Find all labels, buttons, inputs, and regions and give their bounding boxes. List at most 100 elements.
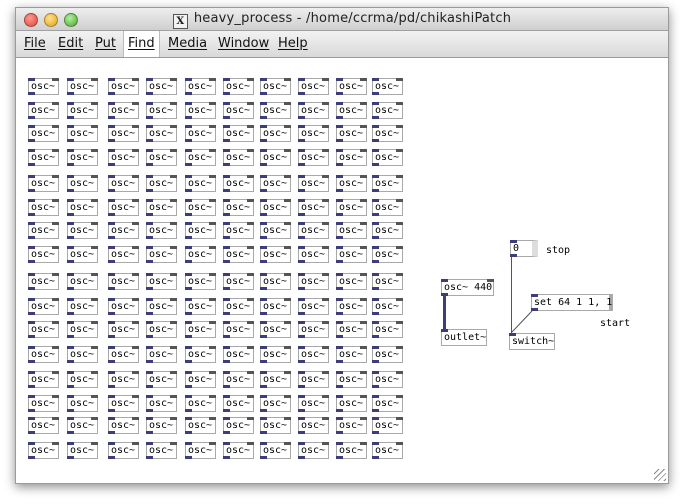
osc-object[interactable]: osc~	[67, 395, 98, 412]
osc-object[interactable]: osc~	[28, 273, 59, 290]
osc-object[interactable]: osc~	[146, 222, 177, 239]
osc-object-outlet[interactable]	[298, 287, 305, 290]
osc-object[interactable]: osc~	[298, 442, 329, 459]
osc-object-outlet[interactable]	[28, 287, 35, 290]
osc-object[interactable]: osc~	[185, 298, 216, 315]
osc-object[interactable]: osc~	[185, 417, 216, 434]
osc-object[interactable]: osc~	[67, 199, 98, 216]
osc-object-outlet[interactable]	[372, 236, 379, 239]
osc-object[interactable]: osc~	[298, 149, 329, 166]
menu-window[interactable]: Window	[214, 31, 273, 57]
osc-object-outlet[interactable]	[336, 163, 343, 166]
osc-object-outlet[interactable]	[67, 431, 74, 434]
osc-object[interactable]: osc~	[372, 125, 403, 142]
osc-object-outlet[interactable]	[185, 139, 192, 142]
osc-object[interactable]: osc~	[372, 346, 403, 363]
osc-object[interactable]: osc~	[298, 346, 329, 363]
osc-object[interactable]: osc~	[146, 102, 177, 119]
osc-object-outlet[interactable]	[67, 116, 74, 119]
switch-object[interactable]: switch~	[509, 333, 555, 350]
osc-object[interactable]: osc~	[108, 346, 139, 363]
osc-object-outlet[interactable]	[185, 335, 192, 338]
osc-object[interactable]: osc~	[260, 246, 291, 263]
osc-object[interactable]: osc~	[336, 442, 367, 459]
osc-object[interactable]: osc~	[336, 175, 367, 192]
osc-object-outlet[interactable]	[298, 260, 305, 263]
osc-object[interactable]: osc~	[223, 102, 254, 119]
osc-object-outlet[interactable]	[28, 213, 35, 216]
osc-object-outlet[interactable]	[67, 287, 74, 290]
osc-object[interactable]: osc~	[223, 346, 254, 363]
osc-object[interactable]: osc~	[223, 222, 254, 239]
osc-object[interactable]: osc~	[146, 175, 177, 192]
osc-object-outlet[interactable]	[336, 312, 343, 315]
osc-object-outlet[interactable]	[28, 431, 35, 434]
osc-object-outlet[interactable]	[67, 335, 74, 338]
osc-object-outlet[interactable]	[260, 189, 267, 192]
osc-object-outlet[interactable]	[372, 385, 379, 388]
osc-object-outlet[interactable]	[185, 260, 192, 263]
title-bar[interactable]: Xheavy_process - /home/ccrma/pd/chikashi…	[16, 8, 668, 31]
osc-object[interactable]: osc~	[260, 78, 291, 95]
osc-object-outlet[interactable]	[298, 236, 305, 239]
osc-object-outlet[interactable]	[146, 335, 153, 338]
osc-object-outlet[interactable]	[185, 163, 192, 166]
osc-object-outlet[interactable]	[298, 189, 305, 192]
osc-object-outlet[interactable]	[372, 335, 379, 338]
osc-object[interactable]: osc~	[185, 78, 216, 95]
osc-object-outlet[interactable]	[108, 456, 115, 459]
osc-object[interactable]: osc~	[372, 298, 403, 315]
osc-object[interactable]: osc~	[67, 371, 98, 388]
osc-object-outlet[interactable]	[260, 431, 267, 434]
osc-object-outlet[interactable]	[146, 236, 153, 239]
osc-object-outlet[interactable]	[108, 213, 115, 216]
osc-object[interactable]: osc~	[185, 222, 216, 239]
osc-object[interactable]: osc~	[260, 175, 291, 192]
osc-object-outlet[interactable]	[298, 335, 305, 338]
osc-object[interactable]: osc~	[336, 395, 367, 412]
osc-object[interactable]: osc~	[298, 395, 329, 412]
osc-object[interactable]: osc~	[223, 246, 254, 263]
osc-object-outlet[interactable]	[260, 92, 267, 95]
osc-object-outlet[interactable]	[28, 236, 35, 239]
osc-object[interactable]: osc~	[185, 102, 216, 119]
osc-object-outlet[interactable]	[298, 312, 305, 315]
osc-object-outlet[interactable]	[67, 360, 74, 363]
osc-object[interactable]: osc~	[223, 395, 254, 412]
osc-object-outlet[interactable]	[28, 456, 35, 459]
osc-object[interactable]: osc~	[28, 321, 59, 338]
osc-object-outlet[interactable]	[372, 163, 379, 166]
osc-object[interactable]: osc~	[28, 417, 59, 434]
osc-object-outlet[interactable]	[372, 287, 379, 290]
osc-object-outlet[interactable]	[185, 116, 192, 119]
osc-object[interactable]: osc~	[336, 78, 367, 95]
osc-object-outlet[interactable]	[28, 260, 35, 263]
osc-object-outlet[interactable]	[146, 360, 153, 363]
osc-object[interactable]: osc~	[146, 371, 177, 388]
osc-object-outlet[interactable]	[67, 163, 74, 166]
osc-object-outlet[interactable]	[223, 385, 230, 388]
osc-object[interactable]: osc~	[146, 298, 177, 315]
resize-grip-icon[interactable]	[654, 469, 666, 481]
osc-object-outlet[interactable]	[67, 139, 74, 142]
osc-object[interactable]: osc~	[108, 78, 139, 95]
menu-file[interactable]: File	[20, 31, 50, 57]
osc-object[interactable]: osc~	[146, 149, 177, 166]
osc-object[interactable]: osc~	[67, 246, 98, 263]
osc-object-outlet[interactable]	[223, 236, 230, 239]
osc-object[interactable]: osc~	[28, 102, 59, 119]
osc-object-outlet[interactable]	[260, 213, 267, 216]
osc-object-outlet[interactable]	[298, 213, 305, 216]
osc-object-outlet[interactable]	[108, 116, 115, 119]
osc-object[interactable]: osc~	[336, 149, 367, 166]
osc-object[interactable]: osc~	[260, 298, 291, 315]
osc-object-outlet[interactable]	[223, 260, 230, 263]
osc-object[interactable]: osc~	[223, 417, 254, 434]
osc-object[interactable]: osc~	[298, 102, 329, 119]
osc-object[interactable]: osc~	[372, 395, 403, 412]
osc-object-outlet[interactable]	[185, 189, 192, 192]
osc-object[interactable]: osc~	[336, 298, 367, 315]
osc-object-outlet[interactable]	[67, 409, 74, 412]
osc-object-outlet[interactable]	[372, 260, 379, 263]
osc-object[interactable]: osc~	[223, 78, 254, 95]
